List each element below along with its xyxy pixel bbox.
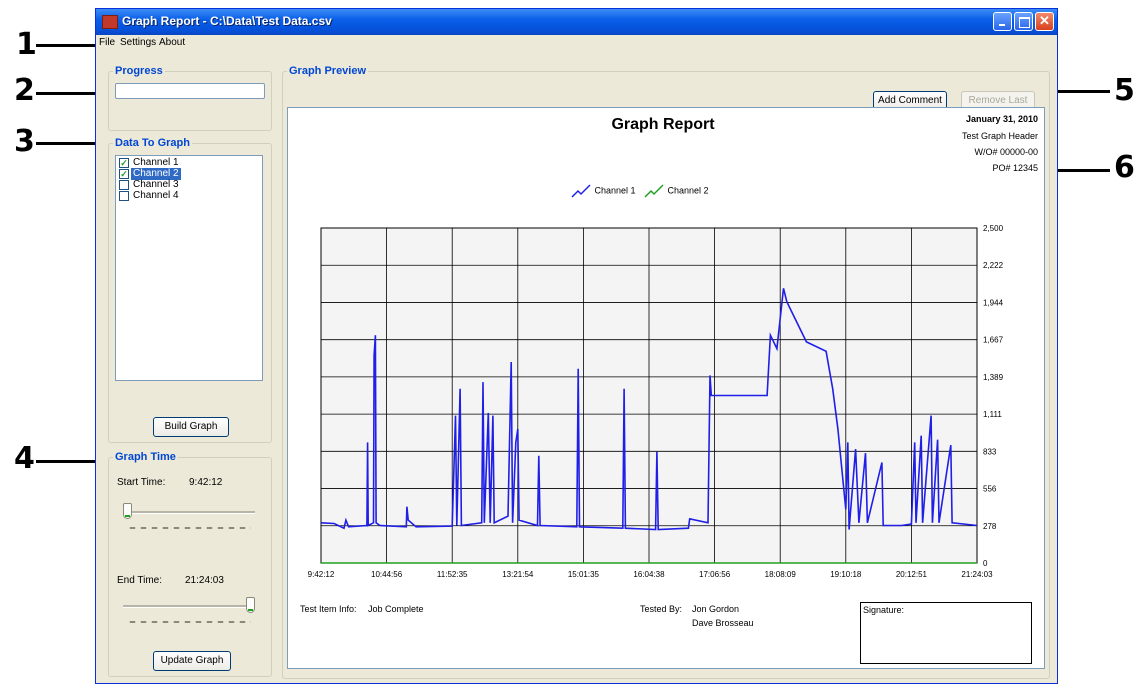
data-to-graph-group: Data To Graph ✓ Channel 1 ✓ Channel 2 Channe… bbox=[108, 137, 272, 443]
x-tick-label: 10:44:56 bbox=[371, 570, 403, 579]
end-time-track bbox=[123, 605, 255, 608]
callout-1: 1 bbox=[16, 27, 37, 62]
channel-4-label: Channel 4 bbox=[133, 190, 179, 201]
channel-1-checkbox[interactable]: ✓ bbox=[119, 158, 129, 168]
app-icon bbox=[102, 15, 118, 29]
menu-settings[interactable]: Settings bbox=[120, 37, 156, 48]
start-time-value: 9:42:12 bbox=[189, 477, 223, 488]
end-time-label: End Time: bbox=[117, 575, 163, 586]
y-tick-label: 2,500 bbox=[983, 224, 1004, 233]
callout-3: 3 bbox=[14, 124, 35, 159]
close-button[interactable]: ✕ bbox=[1035, 12, 1054, 31]
maximize-icon bbox=[1019, 17, 1030, 28]
x-tick-label: 17:06:56 bbox=[699, 570, 731, 579]
end-time-ticks bbox=[127, 621, 251, 623]
x-tick-label: 9:42:12 bbox=[308, 570, 335, 579]
end-time-slider[interactable] bbox=[246, 597, 255, 613]
tested-by-name-1: Jon Gordon bbox=[692, 604, 740, 614]
x-tick-label: 15:01:35 bbox=[568, 570, 600, 579]
maximize-button[interactable] bbox=[1014, 12, 1033, 31]
y-tick-label: 0 bbox=[983, 559, 988, 568]
y-tick-label: 278 bbox=[983, 522, 997, 531]
start-time-ticks bbox=[127, 527, 251, 529]
title-bar[interactable]: Graph Report - C:\Data\Test Data.csv ✕ bbox=[96, 9, 1057, 35]
update-graph-button[interactable]: Update Graph bbox=[153, 651, 231, 671]
test-item-info-value: Job Complete bbox=[368, 604, 424, 614]
signature-label: Signature: bbox=[863, 605, 905, 615]
y-tick-label: 1,667 bbox=[983, 336, 1004, 345]
graph-time-legend: Graph Time bbox=[115, 451, 176, 463]
x-tick-label: 20:12:51 bbox=[896, 570, 928, 579]
y-tick-label: 556 bbox=[983, 485, 997, 494]
callout-4: 4 bbox=[14, 441, 35, 476]
x-tick-label: 11:52:35 bbox=[437, 570, 468, 579]
channel-2-checkbox[interactable]: ✓ bbox=[119, 169, 129, 179]
start-time-track bbox=[123, 511, 255, 514]
graph-report-canvas: Graph Report January 31, 2010 Test Graph… bbox=[287, 107, 1045, 669]
build-graph-button[interactable]: Build Graph bbox=[153, 417, 229, 437]
close-icon: ✕ bbox=[1039, 13, 1050, 28]
start-time-slider[interactable] bbox=[123, 503, 132, 519]
graph-preview-legend: Graph Preview bbox=[289, 65, 367, 77]
y-tick-label: 2,222 bbox=[983, 261, 1004, 270]
signature-box[interactable]: Signature: bbox=[860, 602, 1032, 664]
menu-bar: File Settings About bbox=[96, 35, 1057, 51]
tested-by-label: Tested By: bbox=[640, 604, 683, 614]
callout-6: 6 bbox=[1114, 150, 1135, 185]
window-title: Graph Report - C:\Data\Test Data.csv bbox=[122, 14, 332, 28]
progress-legend: Progress bbox=[115, 65, 163, 77]
menu-about[interactable]: About bbox=[159, 37, 185, 48]
callout-2: 2 bbox=[14, 73, 35, 108]
y-tick-label: 833 bbox=[983, 447, 997, 456]
x-tick-label: 13:21:54 bbox=[502, 570, 534, 579]
progress-group: Progress bbox=[108, 65, 272, 131]
minimize-button[interactable] bbox=[993, 12, 1012, 31]
menu-file[interactable]: File bbox=[99, 37, 115, 48]
y-tick-label: 1,111 bbox=[983, 410, 1002, 419]
x-tick-label: 18:08:09 bbox=[765, 570, 797, 579]
graph-time-group: Graph Time Start Time: 9:42:12 End Time:… bbox=[108, 451, 272, 677]
channel-list[interactable]: ✓ Channel 1 ✓ Channel 2 Channel 3 Channel 4 bbox=[115, 155, 263, 381]
start-time-label: Start Time: bbox=[117, 477, 166, 488]
channel-3-checkbox[interactable] bbox=[119, 180, 129, 190]
x-tick-label: 19:10:18 bbox=[830, 570, 862, 579]
minimize-icon bbox=[999, 24, 1005, 26]
callout-5: 5 bbox=[1114, 73, 1135, 108]
line-chart: 0 278 556 833 1,111 1,389 1,667 1,944 2,222 2,500… bbox=[308, 224, 1004, 579]
channel-4-checkbox[interactable] bbox=[119, 191, 129, 201]
y-tick-label: 1,944 bbox=[983, 298, 1004, 307]
y-tick-label: 1,389 bbox=[983, 373, 1004, 382]
test-item-info-label: Test Item Info: bbox=[300, 604, 357, 614]
data-to-graph-legend: Data To Graph bbox=[115, 137, 190, 149]
x-tick-label: 16:04:38 bbox=[633, 570, 665, 579]
progress-bar bbox=[115, 83, 265, 99]
tested-by-name-2: Dave Brosseau bbox=[692, 618, 754, 628]
end-time-value: 21:24:03 bbox=[185, 575, 224, 586]
x-tick-label: 21:24:03 bbox=[961, 570, 993, 579]
